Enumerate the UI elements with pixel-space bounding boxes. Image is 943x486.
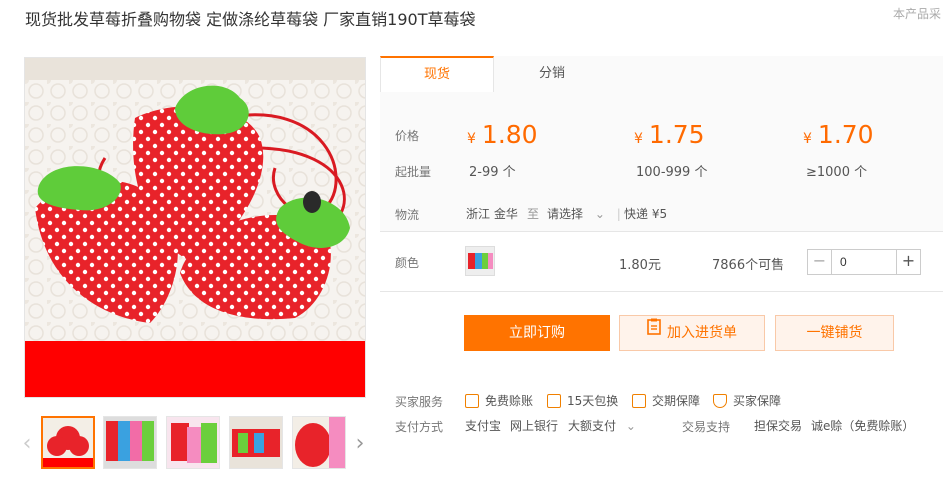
price-value: 1.80 xyxy=(481,120,538,149)
thumbnail-3[interactable] xyxy=(166,416,220,469)
service-15-day-exchange[interactable]: 15天包换 xyxy=(547,392,618,409)
thumbnail-5[interactable] xyxy=(292,416,346,469)
trade-credit[interactable]: 诚e赊（免费赊账） xyxy=(811,417,914,434)
price-value: 1.75 xyxy=(648,120,705,149)
moq-tier-1: 2-99 个 xyxy=(469,165,516,180)
service-label: 免费赊账 xyxy=(485,394,534,408)
service-buyer-protection[interactable]: 买家保障 xyxy=(713,392,781,409)
logistics-label: 物流 xyxy=(395,208,420,222)
product-notice[interactable]: 本产品采 xyxy=(893,5,941,22)
tab-distribution[interactable]: 分销 xyxy=(494,56,610,92)
buyer-services-label: 买家服务 xyxy=(395,395,444,409)
buy-now-button[interactable]: 立即订购 xyxy=(464,315,610,351)
thumbnail-4[interactable] xyxy=(229,416,283,469)
thumbnail-2[interactable] xyxy=(103,416,157,469)
price-label: 价格 xyxy=(395,129,420,143)
clock-icon xyxy=(632,393,646,408)
trade-escrow: 担保交易 xyxy=(754,419,803,433)
currency-symbol: ¥ xyxy=(803,131,812,147)
payment-label: 支付方式 xyxy=(395,420,444,434)
price-value: 1.70 xyxy=(817,120,874,149)
credit-icon xyxy=(465,393,479,408)
add-to-cart-button[interactable]: 加入进货单 xyxy=(619,315,765,351)
one-click-distribute-button[interactable]: 一键铺货 xyxy=(775,315,894,351)
sales-mode-tabs: 现货 分销 xyxy=(380,56,943,93)
payment-online-bank: 网上银行 xyxy=(510,419,559,433)
sku-price: 1.80元 xyxy=(619,258,661,273)
price-tier-3: ¥1.70 xyxy=(803,120,874,149)
destination-select[interactable]: 请选择 ⌄ | xyxy=(547,205,621,222)
trade-support-label: 交易支持 xyxy=(682,420,731,434)
quantity-stepper: − + xyxy=(807,249,921,275)
thumbnail-1[interactable] xyxy=(41,416,95,469)
exchange-icon xyxy=(547,393,561,408)
clipboard-icon xyxy=(647,314,661,348)
payment-large-amount-dropdown[interactable]: 大额支付 ⌄ xyxy=(568,417,636,434)
moq-tier-2: 100-999 个 xyxy=(636,165,708,180)
add-to-cart-label: 加入进货单 xyxy=(667,325,737,341)
tab-in-stock[interactable]: 现货 xyxy=(380,56,494,93)
color-swatch[interactable] xyxy=(465,246,495,276)
quantity-input[interactable] xyxy=(832,250,896,274)
divider: | xyxy=(616,207,621,221)
product-main-image[interactable] xyxy=(24,57,366,398)
payment-alipay: 支付宝 xyxy=(465,419,502,433)
minus-icon[interactable]: − xyxy=(808,250,832,274)
service-label: 15天包换 xyxy=(567,394,619,408)
payment-large-amount-label: 大额支付 xyxy=(568,419,617,433)
currency-symbol: ¥ xyxy=(634,131,643,147)
shield-icon xyxy=(713,393,727,408)
sku-stock: 7866个可售 xyxy=(712,258,785,273)
moq-label: 起批量 xyxy=(395,165,432,179)
shipping-fee: 快递 ¥5 xyxy=(624,207,668,221)
service-label: 买家保障 xyxy=(733,394,782,408)
tabs-background xyxy=(610,56,943,92)
destination-select-value: 请选择 xyxy=(547,207,584,221)
thumbnail-next-arrow-icon[interactable]: › xyxy=(353,431,367,456)
service-label: 交期保障 xyxy=(652,394,701,408)
color-label: 颜色 xyxy=(395,256,420,270)
moq-tier-3: ≥1000 个 xyxy=(806,165,868,180)
chevron-down-icon: ⌄ xyxy=(594,207,605,221)
chevron-down-icon: ⌄ xyxy=(625,419,636,433)
logistics-origin: 浙江 金华 xyxy=(466,207,518,221)
currency-symbol: ¥ xyxy=(467,131,476,147)
plus-icon[interactable]: + xyxy=(896,250,920,274)
price-tier-1: ¥1.80 xyxy=(467,120,538,149)
logistics-to: 至 xyxy=(527,207,540,221)
service-free-credit[interactable]: 免费赊账 xyxy=(465,392,533,409)
thumbnail-prev-arrow-icon[interactable]: ‹ xyxy=(20,431,34,456)
product-title: 现货批发草莓折叠购物袋 定做涤纶草莓袋 厂家直销190T草莓袋 xyxy=(25,10,476,29)
price-tier-2: ¥1.75 xyxy=(634,120,705,149)
service-delivery-guarantee[interactable]: 交期保障 xyxy=(632,392,700,409)
